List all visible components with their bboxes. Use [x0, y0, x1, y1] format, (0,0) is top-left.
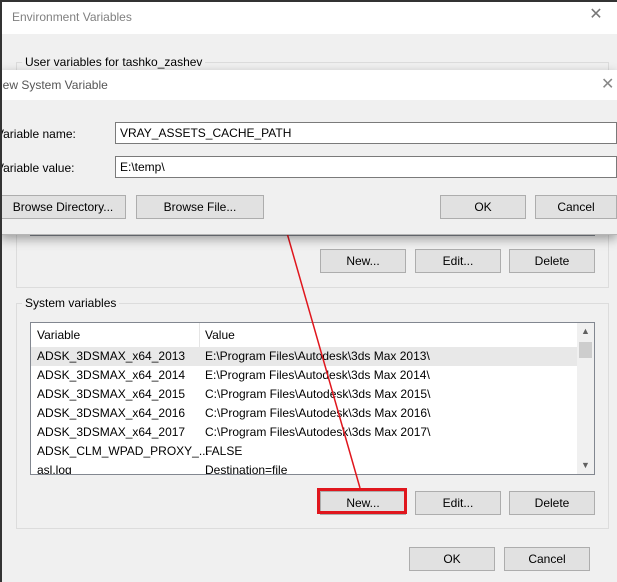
modal-titlebar: New System Variable ✕ [0, 70, 617, 100]
browse-file-button[interactable]: Browse File... [136, 195, 264, 219]
desktop-edge-left [0, 0, 2, 582]
variable-name-input[interactable] [115, 122, 617, 144]
modal-title: New System Variable [0, 78, 108, 92]
new-system-variable-dialog: New System Variable ✕ Variable name: Var… [0, 70, 617, 235]
desktop-edge-top [0, 0, 617, 2]
variable-value-label: Variable value: [0, 161, 75, 175]
modal-ok-button[interactable]: OK [440, 195, 526, 219]
modal-cancel-button[interactable]: Cancel [535, 195, 617, 219]
browse-directory-button[interactable]: Browse Directory... [0, 195, 126, 219]
close-icon[interactable]: ✕ [601, 74, 615, 94]
variable-name-label: Variable name: [0, 127, 76, 141]
variable-value-input[interactable] [115, 156, 617, 178]
